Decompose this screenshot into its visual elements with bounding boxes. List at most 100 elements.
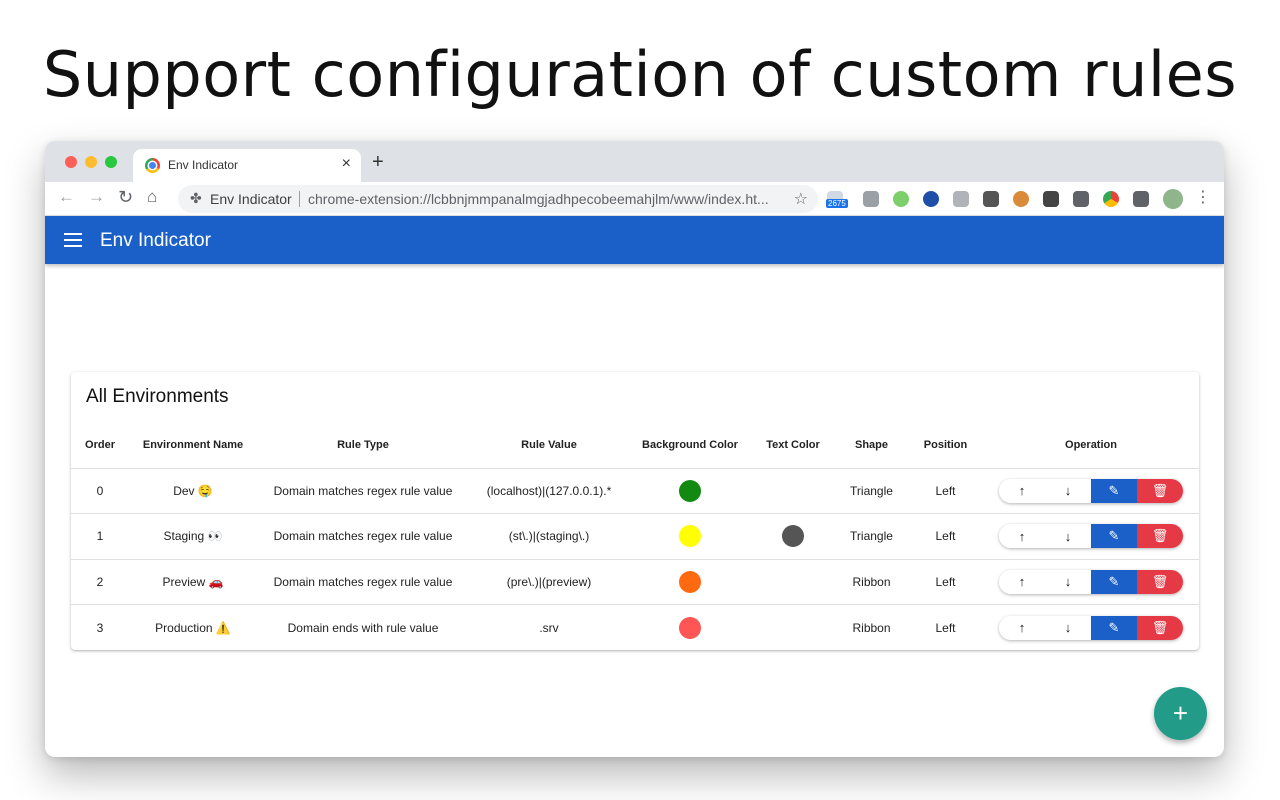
hamburger-menu-icon[interactable] xyxy=(64,233,82,247)
move-down-button[interactable]: ↓ xyxy=(1045,569,1091,594)
new-tab-button[interactable]: + xyxy=(372,151,384,174)
omnibox-extension-name: Env Indicator xyxy=(210,191,292,207)
mail-icon[interactable] xyxy=(863,191,879,207)
table-row: 3 Production ⚠️ Domain ends with rule valu… xyxy=(71,605,1199,651)
move-up-button[interactable]: ↑ xyxy=(999,615,1045,640)
table-body: 0 Dev 🤤 Domain matches regex rule value (lo… xyxy=(71,468,1199,650)
column-header: Rule Type xyxy=(257,422,469,469)
minimize-window-button[interactable] xyxy=(85,156,97,168)
table-row: 0 Dev 🤤 Domain matches regex rule value (lo… xyxy=(71,468,1199,514)
order-cell: 0 xyxy=(71,468,129,514)
edit-button[interactable]: ✎ xyxy=(1091,569,1137,594)
table-row: 2 Preview 🚗 Domain matches regex rule valu… xyxy=(71,559,1199,605)
extension-badge: 2675 xyxy=(826,199,848,208)
background-color-swatch xyxy=(679,525,701,548)
operation-button-group: ↑ ↓ ✎ 🗑 xyxy=(999,478,1183,503)
move-down-button[interactable]: ↓ xyxy=(1045,615,1091,640)
environment-name-cell: Dev 🤤 xyxy=(129,468,257,514)
shape-cell: Triangle xyxy=(835,513,908,560)
delete-button[interactable]: 🗑 xyxy=(1137,569,1183,594)
tab-close-icon[interactable]: × xyxy=(342,155,351,173)
puzzle-icon[interactable] xyxy=(1133,191,1149,207)
shape-cell: Triangle xyxy=(835,468,908,514)
move-down-button[interactable]: ↓ xyxy=(1045,478,1091,503)
tabs-icon[interactable] xyxy=(1043,191,1059,207)
at-icon[interactable] xyxy=(923,191,939,207)
background-color-cell xyxy=(629,513,751,560)
move-up-button[interactable]: ↑ xyxy=(999,524,1045,549)
environment-name-cell: Staging 👀 xyxy=(129,513,257,560)
background-color-swatch xyxy=(679,570,701,593)
delete-button[interactable]: 🗑 xyxy=(1137,615,1183,640)
app-bar: Env Indicator xyxy=(45,216,1224,264)
forward-arrow-icon[interactable]: → xyxy=(88,187,105,207)
delete-button[interactable]: 🗑 xyxy=(1137,524,1183,549)
delete-button[interactable]: 🗑 xyxy=(1137,478,1183,503)
reload-icon[interactable]: ↻ xyxy=(118,187,133,208)
order-cell: 1 xyxy=(71,513,129,560)
background-color-cell xyxy=(629,559,751,605)
column-header: Background Color xyxy=(629,422,751,469)
rule-type-cell: Domain matches regex rule value xyxy=(257,513,469,560)
column-header: Environment Name xyxy=(129,422,257,469)
rule-type-cell: Domain ends with rule value xyxy=(287,620,439,635)
shape-cell: Ribbon xyxy=(852,620,891,635)
column-header: Operation xyxy=(983,422,1199,469)
edit-button[interactable]: ✎ xyxy=(1091,478,1137,503)
edit-button[interactable]: ✎ xyxy=(1091,615,1137,640)
operation-button-group: ↑ ↓ ✎ 🗑 xyxy=(999,569,1183,594)
chrome-icon[interactable] xyxy=(1103,191,1119,207)
shield-icon[interactable] xyxy=(953,191,969,207)
environments-card: All Environments Order Environment Name … xyxy=(71,372,1199,650)
move-up-button[interactable]: ↑ xyxy=(999,478,1045,503)
position-cell: Left xyxy=(935,620,956,635)
move-down-button[interactable]: ↓ xyxy=(1045,524,1091,549)
rule-value-cell: (st\.)|(staging\.) xyxy=(469,513,629,560)
rule-value-cell: (pre\.)|(preview) xyxy=(469,559,629,605)
environment-name-cell: Preview 🚗 xyxy=(129,559,257,605)
order-cell: 2 xyxy=(71,559,129,605)
browser-window: Env Indicator × + ← → ↻ ⌂ ✤ Env Indicato… xyxy=(45,141,1224,757)
background-color-swatch xyxy=(679,616,701,639)
column-header: Shape xyxy=(835,422,908,469)
operation-button-group: ↑ ↓ ✎ 🗑 xyxy=(999,524,1183,549)
green-circle-icon[interactable] xyxy=(893,191,909,207)
position-cell: Left xyxy=(908,513,983,560)
tab-title: Env Indicator xyxy=(168,158,239,172)
background-color-cell xyxy=(629,468,751,514)
edit-button[interactable]: ✎ xyxy=(1091,524,1137,549)
card-title: All Environments xyxy=(86,386,229,407)
more-menu-icon[interactable]: ⋮ xyxy=(1195,187,1211,207)
table-header-row: Order Environment Name Rule Type Rule Va… xyxy=(71,422,1199,469)
avatar[interactable] xyxy=(1163,189,1183,209)
operation-cell: ↑ ↓ ✎ 🗑 xyxy=(983,468,1199,514)
rule-value-cell: (localhost)|(127.0.0.1).* xyxy=(469,468,629,514)
tab-env-indicator[interactable]: Env Indicator × xyxy=(133,149,361,183)
shape-cell: Ribbon xyxy=(835,559,908,605)
bookmark-star-icon[interactable]: ☆ xyxy=(794,189,808,209)
chrome-favicon-icon xyxy=(145,158,160,173)
rule-type-cell: Domain matches regex rule value xyxy=(257,559,469,605)
add-environment-button[interactable]: + xyxy=(1154,687,1207,740)
column-header: Rule Value xyxy=(469,422,629,469)
rule-value-cell: .srv xyxy=(539,620,559,635)
close-window-button[interactable] xyxy=(65,156,77,168)
vue-icon[interactable] xyxy=(1073,191,1089,207)
back-arrow-icon[interactable]: ← xyxy=(58,187,75,207)
background-color-swatch xyxy=(679,479,701,502)
rule-type-cell: Domain matches regex rule value xyxy=(257,468,469,514)
home-icon[interactable]: ⌂ xyxy=(147,187,157,207)
background-color-cell xyxy=(629,605,751,651)
table-row: 1 Staging 👀 Domain matches regex rule valu… xyxy=(71,513,1199,560)
text-color-cell xyxy=(751,513,835,560)
text-color-cell xyxy=(751,605,835,651)
omnibox-url[interactable]: chrome-extension://lcbbnjmmpanalmgjadhpe… xyxy=(308,191,769,207)
tab-bar: Env Indicator × + xyxy=(45,141,1224,183)
move-up-button[interactable]: ↑ xyxy=(999,569,1045,594)
ublock-icon[interactable] xyxy=(983,191,999,207)
address-bar[interactable]: ✤ Env Indicator chrome-extension://lcbbn… xyxy=(178,185,818,213)
maximize-window-button[interactable] xyxy=(105,156,117,168)
position-cell: Left xyxy=(908,559,983,605)
cookie-icon[interactable] xyxy=(1013,191,1029,207)
text-color-cell xyxy=(751,559,835,605)
